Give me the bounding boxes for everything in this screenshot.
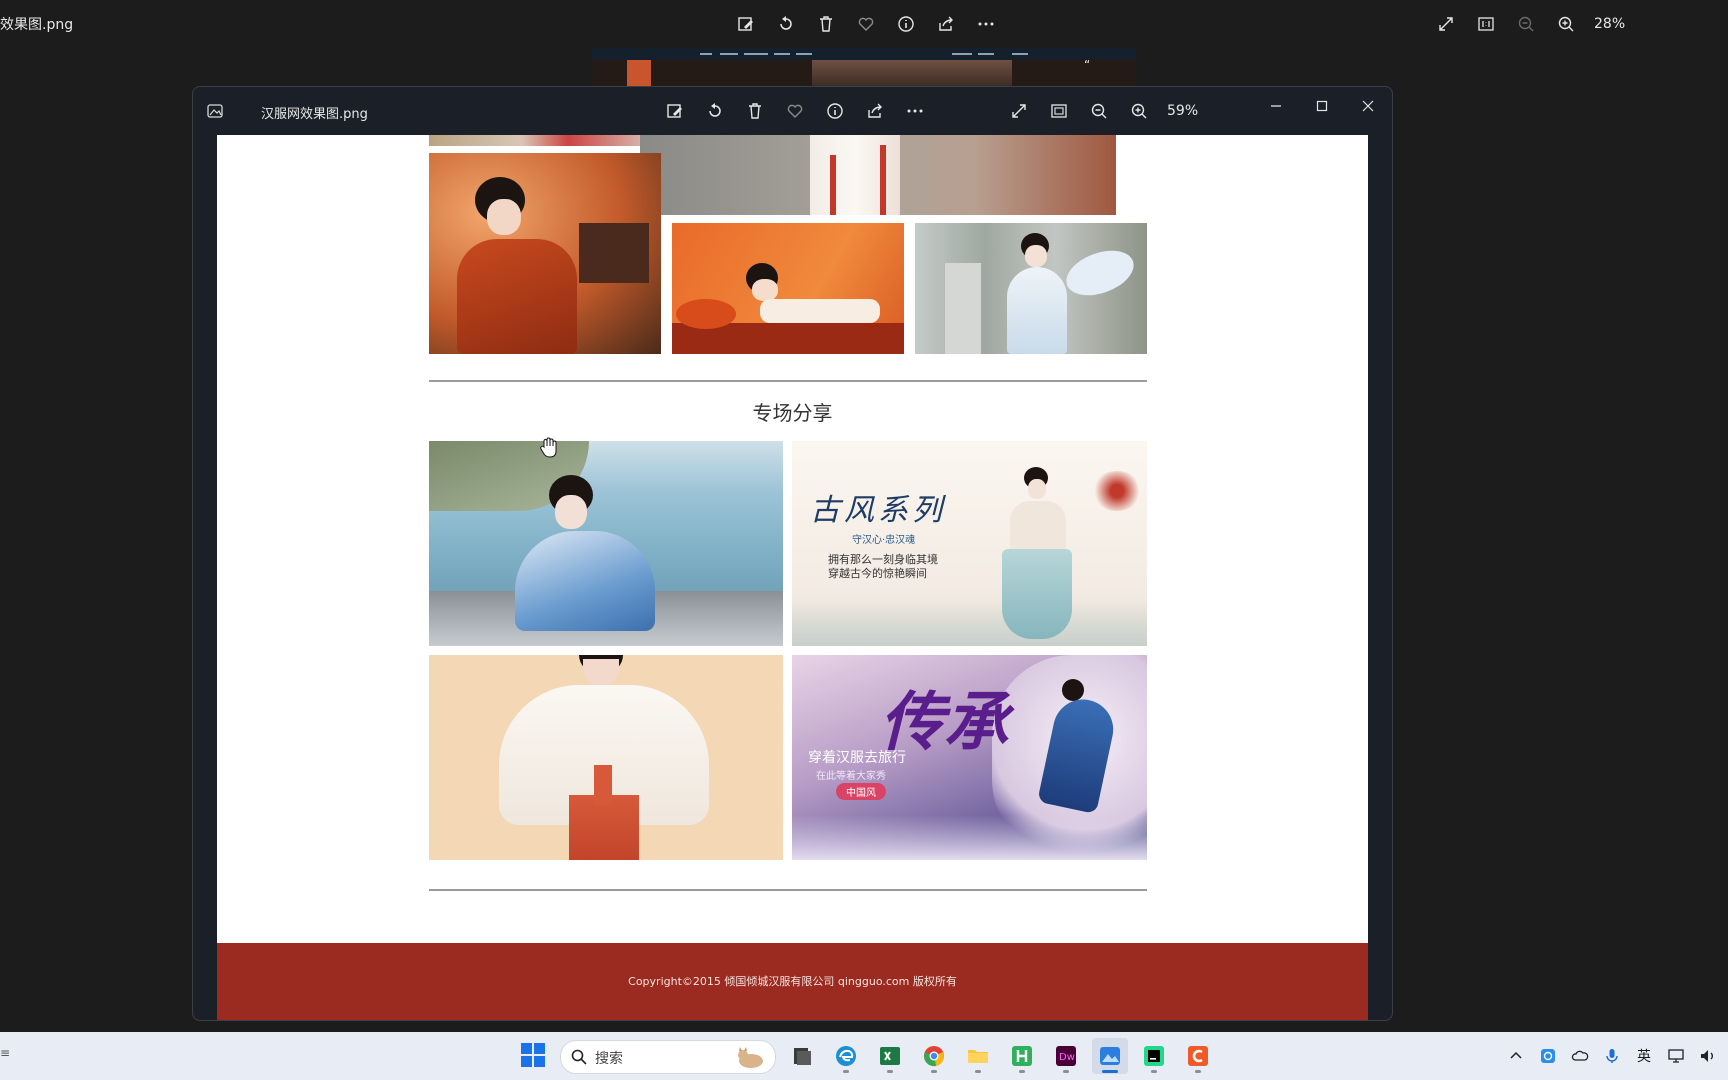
actual-size-icon[interactable] — [1470, 10, 1502, 38]
poster-gufeng-series: 古风系列 守汉心·忠汉魂 拥有那么一刻身临其境 穿越古今的惊艳瞬间 — [792, 441, 1147, 646]
photo-white-hanfu — [429, 655, 783, 860]
folder-icon[interactable] — [960, 1038, 996, 1074]
minimize-icon[interactable] — [1253, 91, 1299, 121]
photo-seaside-hanfu — [429, 441, 783, 646]
close-icon[interactable] — [1345, 91, 1391, 121]
edit-icon[interactable] — [730, 10, 762, 38]
photo-lady-writing — [429, 153, 661, 354]
search-highlight-icon — [733, 1045, 769, 1069]
footer-copyright: Copyright©2015 倾国倾城汉服有限公司 qingguo.com 版权… — [628, 975, 957, 988]
preview-logo — [627, 60, 651, 88]
zoom-out-icon[interactable] — [1083, 96, 1115, 126]
preview-nav-bar — [592, 48, 1136, 60]
rotate-icon[interactable] — [699, 96, 731, 126]
section-title: 专场分享 — [752, 401, 833, 425]
background-zoom-controls: 28% — [1430, 10, 1625, 38]
photo-lady-sleeping — [672, 223, 904, 354]
system-tray: 英 — [1504, 1044, 1720, 1068]
volume-icon[interactable] — [1696, 1044, 1720, 1068]
chrome-icon[interactable] — [916, 1038, 952, 1074]
more-icon[interactable] — [970, 10, 1002, 38]
explorer-icon[interactable] — [784, 1038, 820, 1074]
poster-chuancheng-badge: 中国风 — [836, 783, 886, 800]
photo-lady-dancing — [915, 223, 1147, 354]
cloud-icon[interactable] — [1568, 1044, 1592, 1068]
poster-gufeng-subtitle: 守汉心·忠汉魂 — [852, 535, 916, 546]
background-image-preview: “ — [592, 48, 1136, 88]
onedrive-sync-icon[interactable] — [1536, 1044, 1560, 1068]
zoom-level: 59% — [1167, 103, 1199, 119]
edit-icon[interactable] — [659, 96, 691, 126]
delete-icon[interactable] — [739, 96, 771, 126]
favorite-icon[interactable] — [779, 96, 811, 126]
taskbar-left-glyph: ≡ — [0, 1046, 11, 1060]
svg-text:Dw: Dw — [1059, 1052, 1075, 1063]
viewer-toolbar — [659, 96, 931, 126]
share-icon[interactable] — [930, 10, 962, 38]
favorite-icon[interactable] — [850, 10, 882, 38]
background-toolbar — [730, 10, 1002, 38]
zoom-in-icon[interactable] — [1123, 96, 1155, 126]
delete-icon[interactable] — [810, 10, 842, 38]
hbuilder-icon[interactable] — [1004, 1038, 1040, 1074]
zoom-out-icon[interactable] — [1510, 10, 1542, 38]
poster-chuancheng-line1: 穿着汉服去旅行 — [808, 750, 906, 766]
poster-gufeng-line2: 穿越古今的惊艳瞬间 — [828, 567, 927, 580]
background-zoom-level: 28% — [1594, 16, 1626, 32]
photo-top-cutoff — [429, 135, 661, 146]
photos-app-icon — [207, 103, 223, 119]
background-window-title: 效果图.png — [0, 17, 74, 33]
poster-chuancheng: 传承 穿着汉服去旅行 在此等着大家秀 中国风 — [792, 655, 1147, 860]
section-divider-top — [429, 380, 1147, 382]
search-placeholder: 搜索 — [595, 1051, 623, 1067]
app-icon[interactable] — [1180, 1038, 1216, 1074]
windows-start-icon[interactable] — [520, 1042, 548, 1070]
excel-icon[interactable] — [872, 1038, 908, 1074]
search-icon — [571, 1049, 587, 1065]
taskbar-apps: Dw — [784, 1038, 1216, 1074]
rotate-icon[interactable] — [770, 10, 802, 38]
viewer-zoom-controls: 59% — [1003, 96, 1198, 126]
fullscreen-icon[interactable] — [1003, 96, 1035, 126]
photo-courtyard-dress — [640, 135, 1116, 215]
preview-quote-mark: “ — [1084, 58, 1091, 72]
taskbar-search[interactable]: 搜索 — [560, 1040, 776, 1074]
preview-banner-photo — [812, 60, 1012, 88]
info-icon[interactable] — [819, 96, 851, 126]
taskbar: ≡ 搜索 Dw 英 — [0, 1032, 1728, 1080]
network-icon[interactable] — [1664, 1044, 1688, 1068]
page-footer: Copyright©2015 倾国倾城汉服有限公司 qingguo.com 版权… — [217, 943, 1368, 1020]
fit-icon[interactable] — [1043, 96, 1075, 126]
photo-viewer-window: 汉服网效果图.png 59% 专场分享 古风系列 守汉心·忠汉魂 拥有那么一刻身… — [192, 86, 1393, 1021]
window-titlebar[interactable]: 汉服网效果图.png 59% — [193, 87, 1392, 135]
photos-icon[interactable] — [1092, 1038, 1128, 1074]
image-canvas[interactable]: 专场分享 古风系列 守汉心·忠汉魂 拥有那么一刻身临其境 穿越古今的惊艳瞬间 传… — [217, 135, 1368, 1020]
info-icon[interactable] — [890, 10, 922, 38]
edge-icon[interactable] — [828, 1038, 864, 1074]
fullscreen-icon[interactable] — [1430, 10, 1462, 38]
chevron-up-icon[interactable] — [1504, 1044, 1528, 1068]
microphone-icon[interactable] — [1600, 1044, 1624, 1068]
pycharm-icon[interactable] — [1136, 1038, 1172, 1074]
maximize-icon[interactable] — [1299, 91, 1345, 121]
window-controls — [1253, 91, 1391, 121]
more-icon[interactable] — [899, 96, 931, 126]
hand-cursor-icon — [540, 437, 558, 459]
poster-gufeng-title: 古风系列 — [810, 493, 946, 528]
poster-chuancheng-line2: 在此等着大家秀 — [816, 771, 886, 782]
zoom-in-icon[interactable] — [1550, 10, 1582, 38]
section-divider-bottom — [429, 889, 1147, 891]
input-method-indicator[interactable]: 英 — [1632, 1046, 1656, 1066]
share-icon[interactable] — [859, 96, 891, 126]
dreamweaver-icon[interactable]: Dw — [1048, 1038, 1084, 1074]
window-title: 汉服网效果图.png — [261, 107, 368, 122]
